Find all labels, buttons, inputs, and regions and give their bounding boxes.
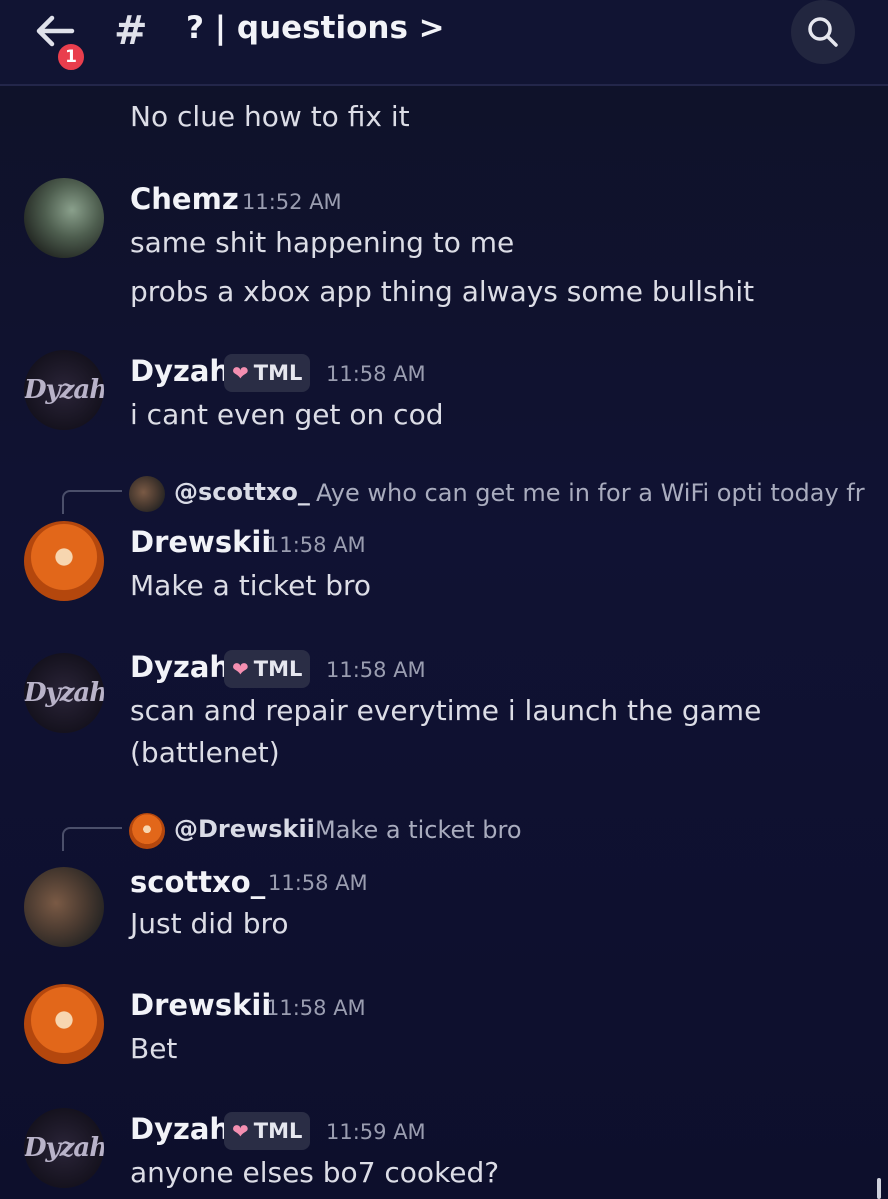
search-icon (808, 17, 838, 47)
message-text: anyone elses bo7 cooked? (130, 1156, 500, 1189)
reply-connector (62, 490, 122, 514)
message-text: (battlenet) (130, 736, 280, 769)
message-text: probs a xbox app thing always some bulls… (130, 275, 755, 308)
tag-label: TML (253, 657, 303, 681)
channel-header: 1 # ? | questions > (0, 0, 888, 86)
role-tag[interactable]: ❤ TML (224, 354, 311, 392)
reply-preview[interactable]: Aye who can get me in for a WiFi opti to… (316, 479, 865, 507)
timestamp: 11:59 AM (326, 1120, 426, 1144)
message-text: Just did bro (130, 907, 289, 940)
timestamp: 11:58 AM (326, 362, 426, 386)
timestamp: 11:58 AM (266, 996, 366, 1020)
avatar[interactable] (24, 984, 104, 1064)
author-name[interactable]: Dyzah (130, 650, 230, 684)
message-text: scan and repair everytime i launch the g… (130, 694, 762, 727)
avatar[interactable]: Dyzah (24, 350, 104, 430)
tag-label: TML (253, 1119, 303, 1143)
timestamp: 11:58 AM (326, 658, 426, 682)
reply-author[interactable]: @Drewskii (174, 815, 315, 843)
message-text: Make a ticket bro (130, 569, 371, 602)
hash-icon: # (114, 8, 148, 54)
channel-title[interactable]: ? | questions > (186, 10, 445, 46)
avatar[interactable] (24, 178, 104, 258)
role-tag[interactable]: ❤ TML (224, 1112, 311, 1150)
author-name[interactable]: Drewskii (130, 525, 271, 559)
reply-connector (62, 827, 122, 851)
message-text: Bet (130, 1032, 178, 1065)
avatar[interactable] (24, 521, 104, 601)
avatar[interactable] (24, 867, 104, 947)
heart-icon: ❤ (232, 657, 249, 681)
author-name[interactable]: Chemz (130, 182, 239, 216)
author-name[interactable]: scottxo_ (130, 865, 265, 899)
avatar[interactable]: Dyzah (24, 653, 104, 733)
author-name[interactable]: Dyzah (130, 354, 230, 388)
heart-icon: ❤ (232, 1119, 249, 1143)
message-text: No clue how to fix it (130, 100, 410, 133)
heart-icon: ❤ (232, 361, 249, 385)
scrollbar[interactable] (877, 1178, 881, 1199)
avatar[interactable]: Dyzah (24, 1108, 104, 1188)
reply-author[interactable]: @scottxo_ (174, 478, 310, 506)
unread-badge: 1 (55, 41, 87, 73)
author-name[interactable]: Drewskii (130, 988, 271, 1022)
tag-label: TML (253, 361, 303, 385)
role-tag[interactable]: ❤ TML (224, 650, 311, 688)
back-button[interactable]: 1 (34, 8, 87, 73)
timestamp: 11:58 AM (268, 871, 368, 895)
reply-preview[interactable]: Make a ticket bro (315, 816, 522, 844)
reply-avatar (129, 476, 165, 512)
timestamp: 11:58 AM (266, 533, 366, 557)
author-name[interactable]: Dyzah (130, 1112, 230, 1146)
search-button[interactable] (791, 0, 855, 64)
message-text: same shit happening to me (130, 226, 515, 259)
message-text: i cant even get on cod (130, 398, 444, 431)
timestamp: 11:52 AM (242, 190, 342, 214)
reply-avatar (129, 813, 165, 849)
